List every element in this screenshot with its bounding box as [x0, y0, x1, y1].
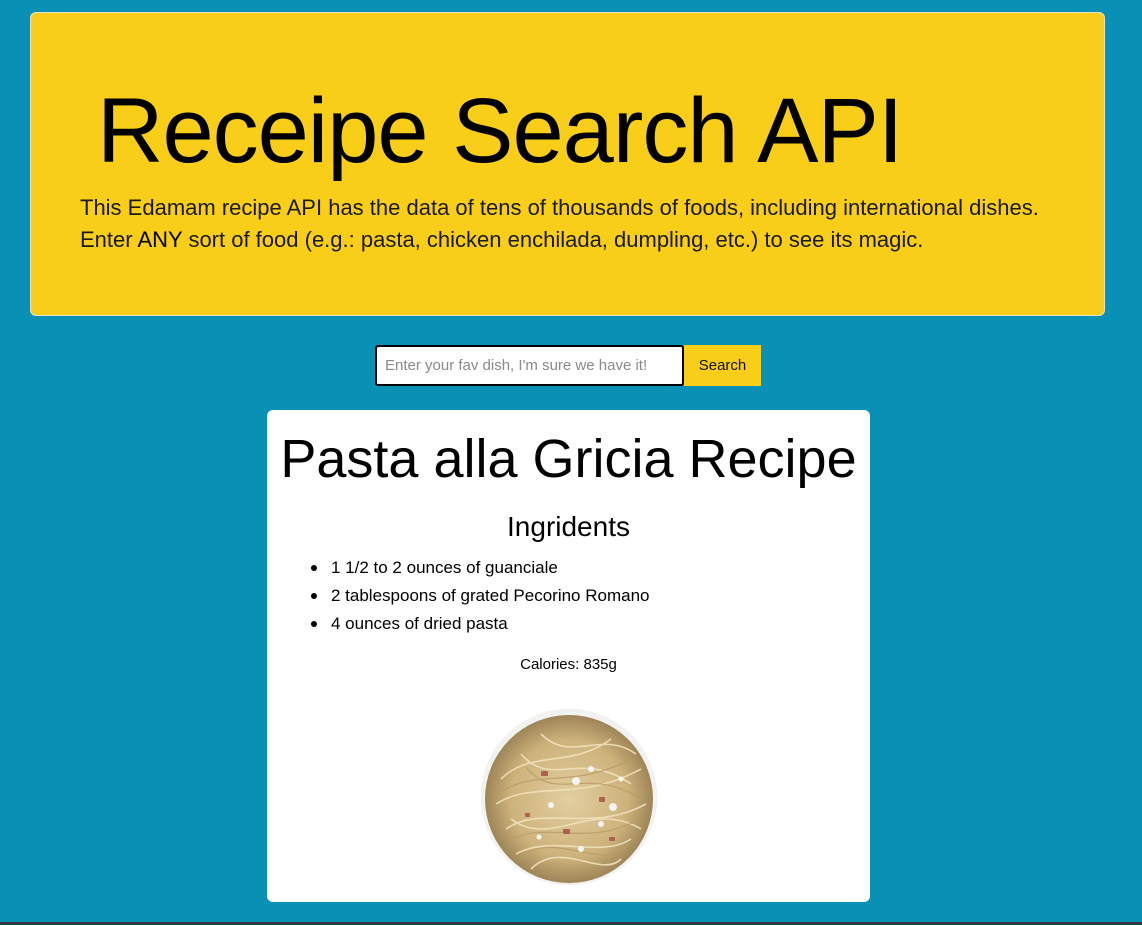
page: Receipe Search API This Edamam recipe AP…: [0, 0, 1142, 925]
recipe-card: Pasta alla Gricia Recipe Ingridents 1 1/…: [267, 410, 870, 902]
hero-banner: Receipe Search API This Edamam recipe AP…: [30, 12, 1105, 316]
page-title: Receipe Search API: [97, 80, 903, 182]
search-form: Search: [375, 345, 761, 386]
ingredient-text: 2 tablespoons of grated Pecorino Romano: [331, 586, 650, 605]
hero-description: This Edamam recipe API has the data of t…: [80, 192, 1090, 256]
search-button[interactable]: Search: [684, 345, 761, 386]
hero-description-prefix: Enter: [80, 227, 138, 252]
bullet-icon: [311, 593, 317, 599]
recipe-title: Pasta alla Gricia Recipe: [280, 429, 857, 489]
ingredients-list: 1 1/2 to 2 ounces of guanciale 2 tablesp…: [311, 554, 650, 638]
bullet-icon: [311, 621, 317, 627]
search-input[interactable]: [375, 345, 684, 386]
ingredient-item: 2 tablespoons of grated Pecorino Romano: [311, 582, 650, 610]
hero-description-line1: This Edamam recipe API has the data of t…: [80, 195, 1039, 220]
bullet-icon: [311, 565, 317, 571]
ingredient-item: 4 ounces of dried pasta: [311, 610, 649, 638]
ingredient-item: 1 1/2 to 2 ounces of guanciale: [311, 554, 649, 582]
hero-description-suffix: sort of food (e.g.: pasta, chicken enchi…: [182, 227, 924, 252]
pasta-dish-photo: [481, 709, 657, 885]
ingredient-text: 1 1/2 to 2 ounces of guanciale: [331, 558, 558, 577]
ingredient-text: 4 ounces of dried pasta: [331, 614, 508, 633]
calories-label: Calories: 835g: [520, 656, 617, 673]
ingredients-heading: Ingridents: [507, 511, 630, 542]
hero-description-emphasis: ANY: [137, 227, 183, 252]
